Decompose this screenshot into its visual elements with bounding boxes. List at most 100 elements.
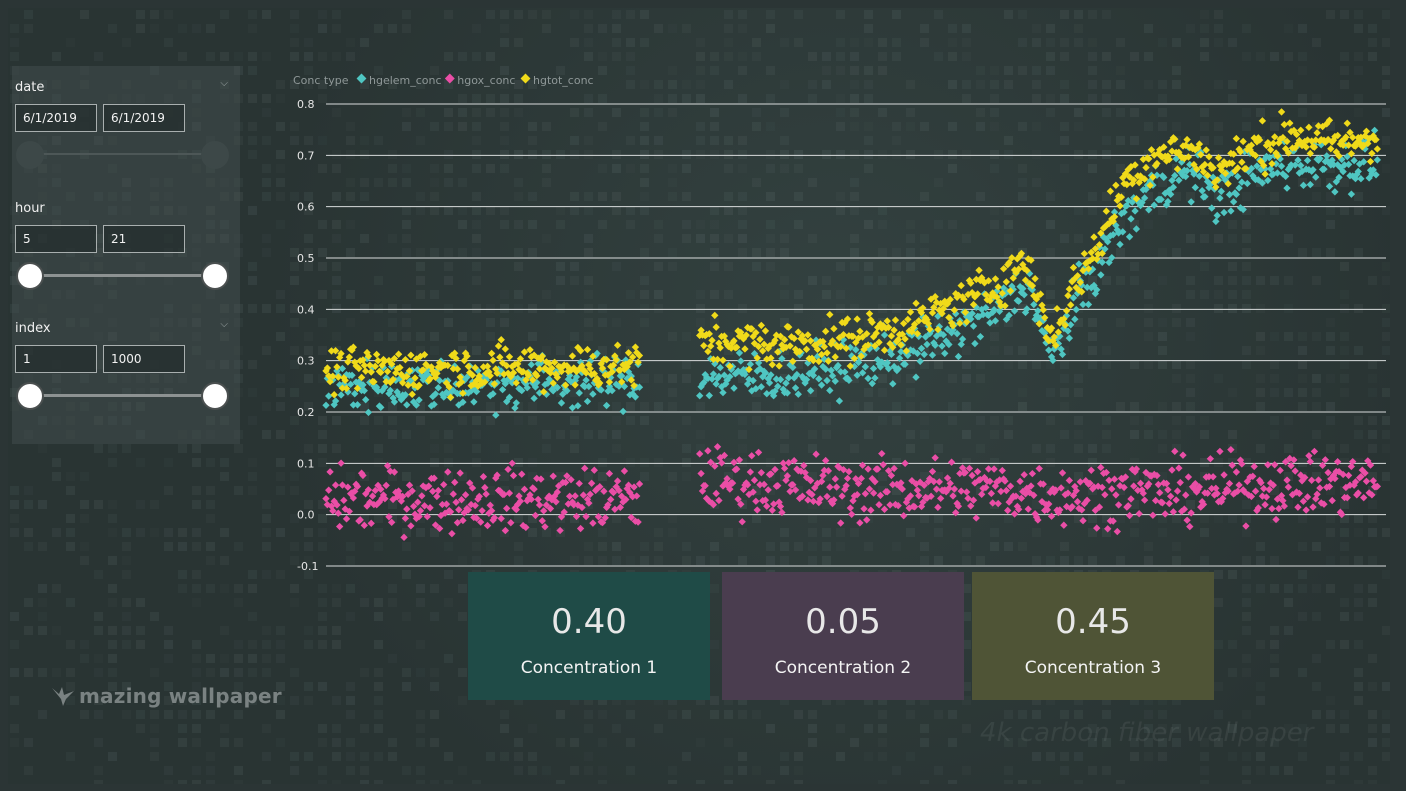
data-point[interactable] (1360, 493, 1368, 502)
data-point[interactable] (1105, 476, 1113, 484)
data-point[interactable] (1112, 181, 1120, 189)
data-point[interactable] (1328, 496, 1336, 505)
data-point[interactable] (531, 511, 540, 520)
data-point[interactable] (754, 448, 763, 457)
data-point[interactable] (1347, 190, 1356, 198)
data-point[interactable] (1309, 503, 1317, 511)
data-point[interactable] (423, 512, 431, 521)
data-point[interactable] (1004, 506, 1012, 515)
data-point[interactable] (372, 350, 381, 359)
data-point[interactable] (760, 480, 768, 489)
data-point[interactable] (1368, 149, 1376, 158)
data-point[interactable] (696, 392, 704, 400)
data-point[interactable] (1002, 278, 1011, 286)
data-point[interactable] (549, 472, 557, 480)
data-point[interactable] (1229, 198, 1238, 206)
data-point[interactable] (1362, 477, 1371, 485)
data-point[interactable] (768, 506, 776, 514)
data-point[interactable] (1251, 487, 1260, 495)
data-point[interactable] (1108, 485, 1116, 493)
data-point[interactable] (511, 404, 519, 412)
card-concentration-1[interactable]: 0.40 Concentration 1 (468, 572, 710, 700)
data-point[interactable] (972, 514, 980, 522)
data-point[interactable] (809, 497, 818, 505)
data-point[interactable] (504, 465, 512, 474)
data-point[interactable] (1350, 156, 1358, 165)
data-point[interactable] (1212, 217, 1220, 226)
data-point[interactable] (952, 508, 960, 517)
data-point[interactable] (978, 490, 986, 499)
data-point[interactable] (746, 468, 755, 476)
data-point[interactable] (1172, 496, 1180, 504)
data-point[interactable] (1220, 208, 1228, 217)
data-point[interactable] (581, 464, 589, 473)
hour-slider-start-handle[interactable] (16, 262, 44, 290)
data-point[interactable] (991, 275, 1000, 283)
data-point[interactable] (941, 349, 949, 358)
data-point[interactable] (806, 387, 815, 395)
data-point[interactable] (794, 390, 802, 398)
data-point[interactable] (1131, 207, 1139, 215)
legend-item-label[interactable]: hgox_conc (457, 74, 515, 87)
date-start-input[interactable]: 6/1/2019 (15, 104, 97, 132)
card-concentration-2[interactable]: 0.05 Concentration 2 (722, 572, 964, 700)
data-point[interactable] (568, 352, 577, 360)
legend-item-label[interactable]: hgelem_conc (369, 74, 442, 87)
data-point[interactable] (602, 401, 611, 410)
data-point[interactable] (756, 335, 764, 343)
data-point[interactable] (764, 486, 772, 494)
data-point[interactable] (958, 335, 967, 343)
data-point[interactable] (497, 336, 505, 344)
data-point[interactable] (1333, 458, 1342, 466)
data-point[interactable] (719, 388, 727, 397)
data-point[interactable] (761, 327, 770, 335)
data-point[interactable] (518, 470, 526, 478)
data-point[interactable] (440, 480, 448, 489)
data-point[interactable] (482, 490, 490, 498)
data-point[interactable] (1045, 346, 1053, 354)
data-point[interactable] (461, 491, 470, 499)
data-point[interactable] (1272, 515, 1280, 524)
data-point[interactable] (957, 281, 965, 290)
data-point[interactable] (912, 299, 920, 307)
data-point[interactable] (1242, 522, 1250, 530)
data-point[interactable] (812, 450, 820, 458)
data-point[interactable] (869, 364, 878, 373)
data-point[interactable] (915, 491, 923, 500)
data-point[interactable] (937, 494, 945, 503)
data-point[interactable] (583, 397, 592, 406)
data-point[interactable] (613, 341, 622, 349)
data-point[interactable] (1173, 487, 1182, 495)
data-point[interactable] (1183, 135, 1191, 144)
data-point[interactable] (520, 485, 529, 493)
data-point[interactable] (853, 315, 861, 323)
data-point[interactable] (583, 345, 592, 354)
data-point[interactable] (367, 519, 375, 528)
data-point[interactable] (712, 323, 720, 331)
data-point[interactable] (1243, 179, 1252, 188)
hour-end-input[interactable]: 21 (103, 225, 185, 253)
data-point[interactable] (353, 401, 362, 409)
data-point[interactable] (501, 526, 510, 535)
data-point[interactable] (846, 362, 854, 370)
data-point[interactable] (444, 468, 452, 476)
data-point[interactable] (360, 521, 368, 530)
data-point[interactable] (451, 478, 459, 487)
data-point[interactable] (957, 487, 965, 495)
data-point[interactable] (817, 381, 826, 389)
data-point[interactable] (1127, 495, 1135, 503)
data-point[interactable] (968, 471, 976, 480)
data-point[interactable] (479, 473, 488, 481)
data-point[interactable] (778, 354, 786, 363)
data-point[interactable] (486, 501, 494, 509)
data-point[interactable] (1156, 489, 1164, 497)
data-point[interactable] (823, 349, 831, 357)
data-point[interactable] (589, 390, 597, 398)
data-point[interactable] (429, 487, 437, 495)
data-point[interactable] (572, 512, 581, 521)
data-point[interactable] (1060, 521, 1068, 529)
data-point[interactable] (1028, 469, 1037, 478)
hour-start-input[interactable]: 5 (15, 225, 97, 253)
index-slider-start-handle[interactable] (16, 382, 44, 410)
data-point[interactable] (1145, 206, 1153, 214)
